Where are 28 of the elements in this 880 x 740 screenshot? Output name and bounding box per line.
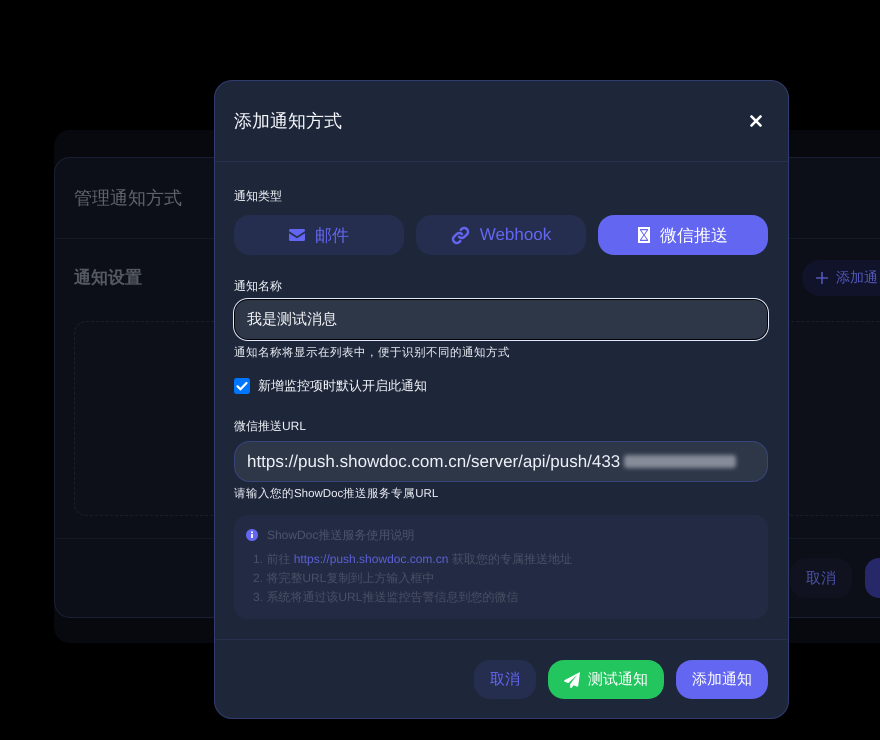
section-title: 通知设置 (74, 267, 142, 289)
cancel-button[interactable]: 取消 (474, 660, 536, 699)
checkbox-label: 新增监控项时默认开启此通知 (258, 377, 427, 395)
send-icon (564, 672, 580, 688)
help-text: 通知名称将显示在列表中，便于识别不同的通知方式 (234, 345, 511, 361)
field-label: 微信推送URL (234, 418, 308, 435)
link-icon (450, 226, 470, 244)
envelope-icon (289, 229, 305, 241)
info-icon (246, 529, 258, 541)
type-option[interactable]: 邮件 (234, 215, 404, 255)
field-label: 通知名称 (234, 278, 283, 295)
type-option[interactable]: 微信推送 (598, 215, 768, 255)
dialog-title: 管理通知方式 (74, 187, 182, 210)
cancel-button[interactable]: 取消 (790, 558, 852, 598)
field-label: 通知类型 (234, 188, 283, 205)
checkbox[interactable] (234, 378, 250, 394)
type-option[interactable]: Webhook (416, 215, 586, 255)
submit-button[interactable]: 添加通知 (676, 660, 768, 699)
plus-icon (816, 272, 828, 284)
test-button[interactable]: 测试通知 (548, 660, 664, 699)
help-text: 请输入您的ShowDoc推送服务专属URL (234, 486, 440, 502)
close-icon (750, 115, 762, 127)
url-input[interactable]: https://push.showdoc.com.cn/server/api/push/433 (234, 441, 768, 482)
link[interactable]: https://push.showdoc.com.cn (294, 552, 448, 566)
add-button[interactable]: 添加通 (802, 260, 880, 296)
dialog-title: 添加通知方式 (234, 110, 342, 133)
hourglass-icon (638, 227, 650, 243)
name-input[interactable]: 我是测试消息 (234, 299, 768, 340)
